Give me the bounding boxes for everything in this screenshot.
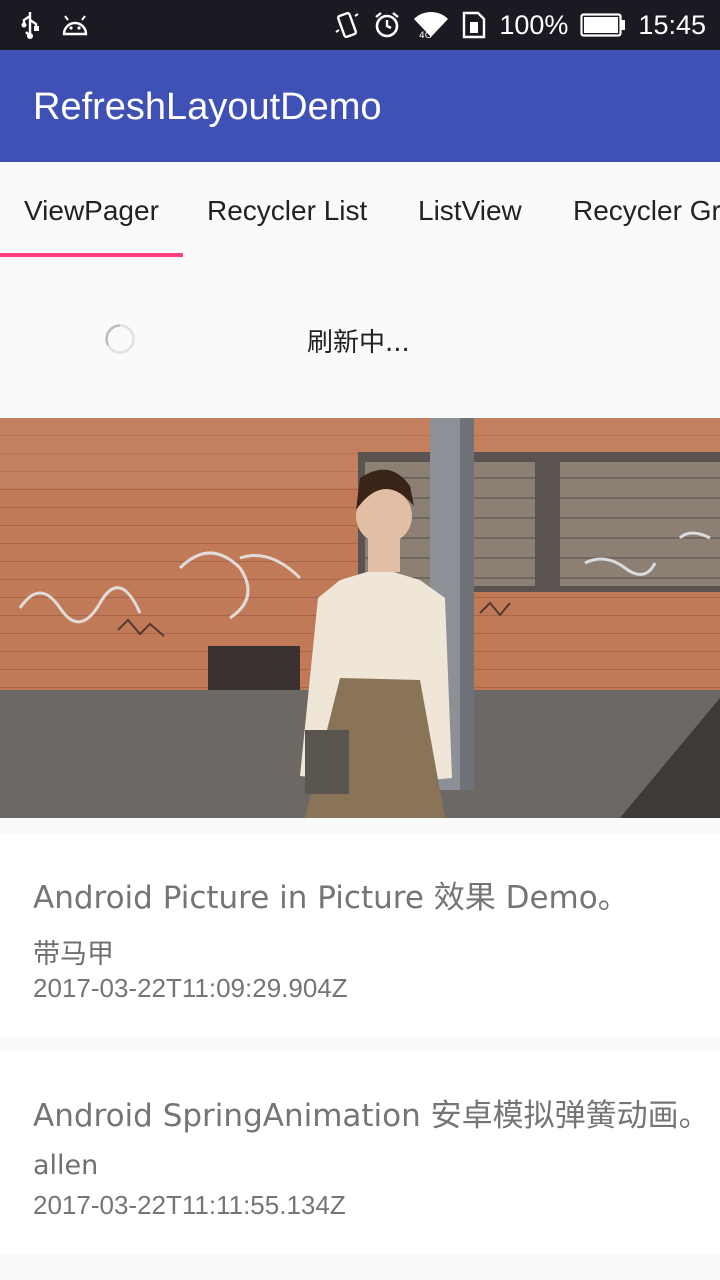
tab-viewpager[interactable]: ViewPager — [24, 162, 159, 258]
tab-listview[interactable]: ListView — [418, 162, 522, 258]
svg-text:4G: 4G — [419, 31, 432, 40]
battery-icon — [580, 12, 626, 38]
banner-photo — [0, 418, 720, 818]
item-date: 2017-03-22T11:11:55.134Z — [33, 1190, 346, 1220]
status-bar: 4G 100% 15:45 — [0, 0, 720, 50]
item-date: 2017-03-22T11:09:29.904Z — [33, 973, 348, 1003]
list-item[interactable]: Android Picture in Picture 效果 Demo。 带马甲 … — [0, 834, 720, 1036]
wifi-icon: 4G — [413, 10, 449, 40]
tab-indicator — [0, 253, 183, 257]
item-title: Android Picture in Picture 效果 Demo。 — [33, 880, 629, 916]
android-debug-icon — [60, 10, 90, 40]
clock: 15:45 — [638, 9, 706, 40]
usb-icon — [18, 10, 42, 40]
refresh-status-text: 刷新中... — [307, 328, 410, 358]
app-bar: RefreshLayoutDemo — [0, 50, 720, 162]
alarm-icon — [373, 10, 401, 40]
tab-recycler-grid[interactable]: Recycler Gr — [573, 162, 720, 258]
tab-recycler-list[interactable]: Recycler List — [207, 162, 367, 258]
item-author: 带马甲 — [33, 939, 114, 970]
item-title: Android SpringAnimation 安卓模拟弹簧动画。 — [33, 1098, 710, 1134]
item-author: allen — [33, 1150, 99, 1181]
app-title: RefreshLayoutDemo — [33, 86, 382, 128]
sim-icon — [461, 10, 487, 40]
battery-percent: 100% — [499, 9, 569, 40]
loading-spinner-icon — [105, 324, 135, 354]
vibrate-icon — [333, 10, 361, 40]
banner-image[interactable] — [0, 418, 720, 818]
tab-bar: ViewPager Recycler List ListView Recycle… — [0, 162, 720, 258]
list-item[interactable]: Android SpringAnimation 安卓模拟弹簧动画。 allen … — [0, 1052, 720, 1254]
